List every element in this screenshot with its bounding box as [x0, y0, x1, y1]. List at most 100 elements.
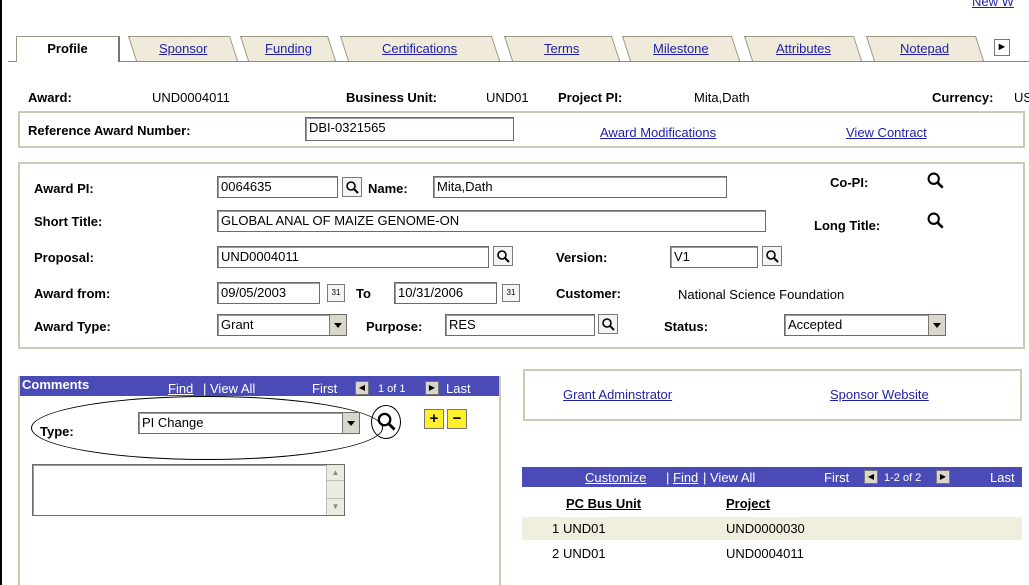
customize-link[interactable]: Customize: [585, 470, 646, 485]
business-unit-label: Business Unit:: [346, 90, 438, 105]
currency-value: US: [1014, 90, 1029, 105]
version-lookup-icon[interactable]: [762, 246, 782, 266]
tab-sponsor[interactable]: Sponsor: [127, 36, 239, 61]
name-label: Name:: [368, 181, 408, 196]
name-input[interactable]: Mita,Dath: [433, 176, 727, 198]
view-contract-link[interactable]: View Contract: [846, 125, 927, 140]
tab-milestone[interactable]: Milestone: [621, 36, 741, 61]
award-pi-input[interactable]: 0064635: [217, 176, 338, 198]
grid-first: First: [824, 470, 850, 485]
next-tab-arrow-icon[interactable]: ►: [994, 39, 1010, 56]
award-from-label: Award from:: [34, 286, 111, 301]
tab-funding[interactable]: Funding: [239, 36, 337, 61]
type-lookup-icon[interactable]: [376, 411, 396, 431]
type-label: Type:: [40, 424, 74, 439]
tab-certifications[interactable]: Certifications: [339, 36, 501, 61]
award-value: UND0004011: [152, 90, 230, 105]
row-project: UND0000030: [726, 521, 805, 536]
tab-notepad[interactable]: Notepad: [865, 36, 985, 61]
award-pi-label: Award PI:: [34, 181, 94, 196]
proposal-lookup-icon[interactable]: [493, 246, 513, 266]
project-pi-label: Project PI:: [558, 90, 623, 105]
row-bus-unit: UND01: [563, 521, 606, 536]
comments-find-link[interactable]: Find: [168, 381, 193, 396]
business-unit-value: UND01: [486, 90, 529, 105]
textarea-scrollbar[interactable]: ▲ ▼: [326, 465, 344, 515]
comments-next-icon[interactable]: ▶: [425, 381, 439, 395]
sponsor-website-link[interactable]: Sponsor Website: [830, 387, 929, 402]
grant-administrator-link[interactable]: Grant Adminstrator: [563, 387, 672, 402]
long-title-lookup-icon[interactable]: [926, 211, 946, 231]
grid-separator: |: [666, 470, 670, 485]
grid-next-icon[interactable]: ▶: [936, 470, 950, 484]
project-pi-value: Mita,Dath: [694, 90, 750, 105]
chevron-down-icon[interactable]: [329, 315, 346, 335]
new-window-link[interactable]: New W: [972, 0, 1014, 9]
award-pi-lookup-icon[interactable]: [342, 177, 362, 197]
award-from-input[interactable]: 09/05/2003: [217, 282, 320, 304]
col-header-bus-unit[interactable]: PC Bus Unit: [566, 496, 641, 511]
tab-profile[interactable]: Profile: [16, 36, 120, 62]
tab-attributes[interactable]: Attributes: [743, 36, 863, 61]
grid-last: Last: [990, 470, 1015, 485]
tab-bar: Profile Sponsor Funding Certifications T…: [8, 36, 1029, 62]
table-row: 1 UND01 UND0000030: [522, 517, 1022, 540]
co-pi-lookup-icon[interactable]: [926, 171, 946, 191]
purpose-lookup-icon[interactable]: [598, 314, 618, 334]
currency-label: Currency:: [932, 90, 994, 105]
tab-terms[interactable]: Terms: [503, 36, 621, 61]
version-label: Version:: [556, 250, 608, 265]
comments-view-all[interactable]: | View All: [203, 381, 255, 396]
row-number: 1: [552, 521, 560, 536]
award-type-label: Award Type:: [34, 319, 111, 334]
grid-view-all[interactable]: | View All: [703, 470, 755, 485]
scroll-up-icon[interactable]: ▲: [327, 465, 344, 481]
award-type-value: Grant: [221, 317, 254, 332]
to-label: To: [356, 286, 371, 301]
comments-first: First: [312, 381, 338, 396]
status-label: Status:: [664, 319, 709, 334]
customer-label: Customer:: [556, 286, 622, 301]
customer-value: National Science Foundation: [678, 287, 845, 302]
row-project: UND0004011: [726, 546, 804, 561]
short-title-label: Short Title:: [34, 214, 103, 229]
delete-row-button[interactable]: −: [447, 409, 467, 429]
award-label: Award:: [28, 90, 72, 105]
award-from-calendar-icon[interactable]: 31: [327, 284, 345, 302]
comments-pager: 1 of 1: [378, 383, 406, 395]
type-select[interactable]: PI Change: [138, 412, 360, 434]
long-title-label: Long Title:: [814, 218, 881, 233]
table-row: 2 UND01 UND0004011: [522, 542, 1022, 565]
comment-textarea[interactable]: [32, 464, 345, 516]
reference-award-input[interactable]: DBI-0321565: [305, 117, 514, 141]
add-row-button[interactable]: +: [424, 409, 444, 429]
grid-find-link[interactable]: Find: [673, 470, 698, 485]
scroll-down-icon[interactable]: ▼: [327, 498, 344, 514]
row-bus-unit: UND01: [563, 546, 606, 561]
award-to-input[interactable]: 10/31/2006: [394, 282, 497, 304]
comments-prev-icon[interactable]: ◀: [355, 381, 369, 395]
chevron-down-icon[interactable]: [342, 413, 359, 433]
proposal-label: Proposal:: [34, 250, 94, 265]
comments-last: Last: [446, 381, 471, 396]
co-pi-label: Co-PI:: [830, 175, 869, 190]
chevron-down-icon[interactable]: [928, 315, 945, 335]
col-header-project[interactable]: Project: [726, 496, 770, 511]
reference-award-label: Reference Award Number:: [28, 123, 191, 138]
purpose-input[interactable]: RES: [445, 314, 595, 336]
purpose-label: Purpose:: [366, 319, 423, 334]
grid-pager: 1-2 of 2: [884, 472, 922, 484]
short-title-input[interactable]: GLOBAL ANAL OF MAIZE GENOME-ON: [217, 210, 766, 232]
type-value: PI Change: [142, 415, 204, 430]
left-window-border: [0, 0, 2, 585]
award-to-calendar-icon[interactable]: 31: [502, 284, 520, 302]
row-number: 2: [552, 546, 560, 561]
proposal-input[interactable]: UND0004011: [217, 246, 489, 268]
comments-title: Comments: [22, 377, 90, 392]
status-value: Accepted: [788, 317, 843, 332]
award-modifications-link[interactable]: Award Modifications: [600, 125, 716, 140]
status-select[interactable]: Accepted: [784, 314, 946, 336]
grid-prev-icon[interactable]: ◀: [864, 470, 878, 484]
version-input[interactable]: V1: [670, 246, 758, 268]
award-type-select[interactable]: Grant: [217, 314, 347, 336]
